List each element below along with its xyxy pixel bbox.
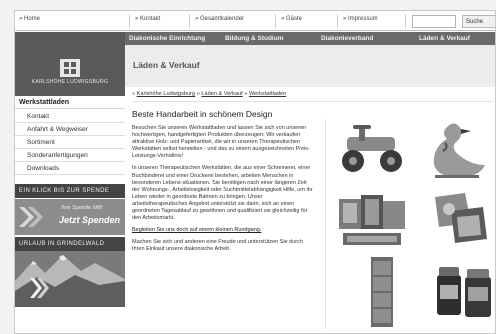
paper-goods-photo[interactable] [333, 189, 411, 255]
article-paragraph: Machen Sie sich und anderen eine Freude … [132, 239, 303, 253]
article-title: Beste Handarbeit in schönem Design [132, 109, 273, 119]
category-diakonieverband[interactable]: Diakonieverband [321, 35, 373, 42]
logo-panel[interactable]: KARLSHÖHE LUDWIGSBURG [15, 32, 125, 96]
spende-banner-heading: EIN KLICK BIS ZUR SPENDE [15, 184, 125, 198]
article-paragraph: Besuchen Sie unseren Werkstattladen und … [132, 125, 310, 160]
wooden-goose-photo[interactable] [421, 117, 496, 181]
search-button[interactable]: Suche [462, 15, 495, 28]
divider [337, 14, 338, 28]
category-laeden-verkauf[interactable]: Läden & Verkauf [419, 35, 470, 42]
sidebar-item-sortiment[interactable]: Sortiment [15, 136, 125, 149]
rundgang-link[interactable]: Begleiten Sie uns doch auf einem kleinen… [132, 227, 261, 233]
divider [129, 14, 130, 28]
nav-gaeste-link[interactable]: » Gäste [281, 16, 302, 22]
karlshoehe-logo-icon [60, 59, 80, 77]
urlaub-banner-heading: URLAUB IN GRINDELWALD [15, 237, 125, 251]
divider [189, 14, 190, 28]
chevron-right-icon [30, 278, 49, 298]
spende-cta: Jetzt Spenden [59, 215, 121, 225]
wooden-toy-photo[interactable] [333, 117, 411, 179]
search-input[interactable] [412, 15, 456, 28]
category-bar: Diakonische Einrichtung Bildung & Studiu… [125, 32, 495, 45]
nav-kontakt-link[interactable]: » Kontakt [135, 16, 160, 22]
category-bildung-studium[interactable]: Bildung & Studium [225, 35, 284, 42]
breadcrumb-werkstattladen-link[interactable]: Werkstattladen [249, 91, 286, 97]
sidebar-item-sonderanfertigungen[interactable]: Sonderanfertigungen [15, 149, 125, 162]
section-title: Läden & Verkauf [133, 60, 200, 70]
divider [405, 14, 406, 28]
article-paragraph: In unseren Therapeutischen Werkstätten, … [132, 165, 313, 222]
breadcrumb: » Karlshöhe Ludwigsburg » Läden & Verkau… [132, 91, 494, 102]
breadcrumb-laeden-link[interactable]: Läden & Verkauf [201, 91, 242, 97]
column-divider [325, 119, 326, 329]
page-frame: » Home » Kontakt » Gesamtkalender » Gäst… [14, 10, 496, 334]
nav-impressum-link[interactable]: » Impressum [343, 16, 378, 22]
nav-gesamtkalender-link[interactable]: » Gesamtkalender [195, 16, 244, 22]
cards-photo[interactable] [421, 189, 496, 255]
sidebar-item-downloads[interactable]: Downloads [15, 162, 125, 175]
article: Beste Handarbeit in schönem Design Besuc… [132, 109, 315, 259]
sidebar-title[interactable]: Werkstattladen [15, 96, 125, 109]
honey-jars-photo[interactable] [433, 261, 496, 327]
nav-home-link[interactable]: » Home [19, 16, 40, 22]
sidebar-item-anfahrt[interactable]: Anfahrt & Wegweiser [15, 123, 125, 136]
divider [275, 14, 276, 28]
category-diakonische-einrichtungen[interactable]: Diakonische Einrichtung [129, 35, 205, 42]
urlaub-banner[interactable] [15, 251, 125, 307]
spende-tagline: Ihre Spende hilft! [61, 205, 103, 211]
top-navigation: » Home » Kontakt » Gesamtkalender » Gäst… [15, 11, 495, 31]
logo-text: KARLSHÖHE LUDWIGSBURG [31, 79, 109, 85]
spende-banner[interactable]: Ihre Spende hilft! Jetzt Spenden [15, 199, 125, 235]
sidebar-item-kontakt[interactable]: Kontakt [15, 110, 125, 123]
breadcrumb-home-link[interactable]: Karlshöhe Ludwigsburg [137, 91, 195, 97]
section-header: Läden & Verkauf [125, 45, 495, 87]
wooden-cabinet-photo[interactable] [365, 255, 399, 329]
